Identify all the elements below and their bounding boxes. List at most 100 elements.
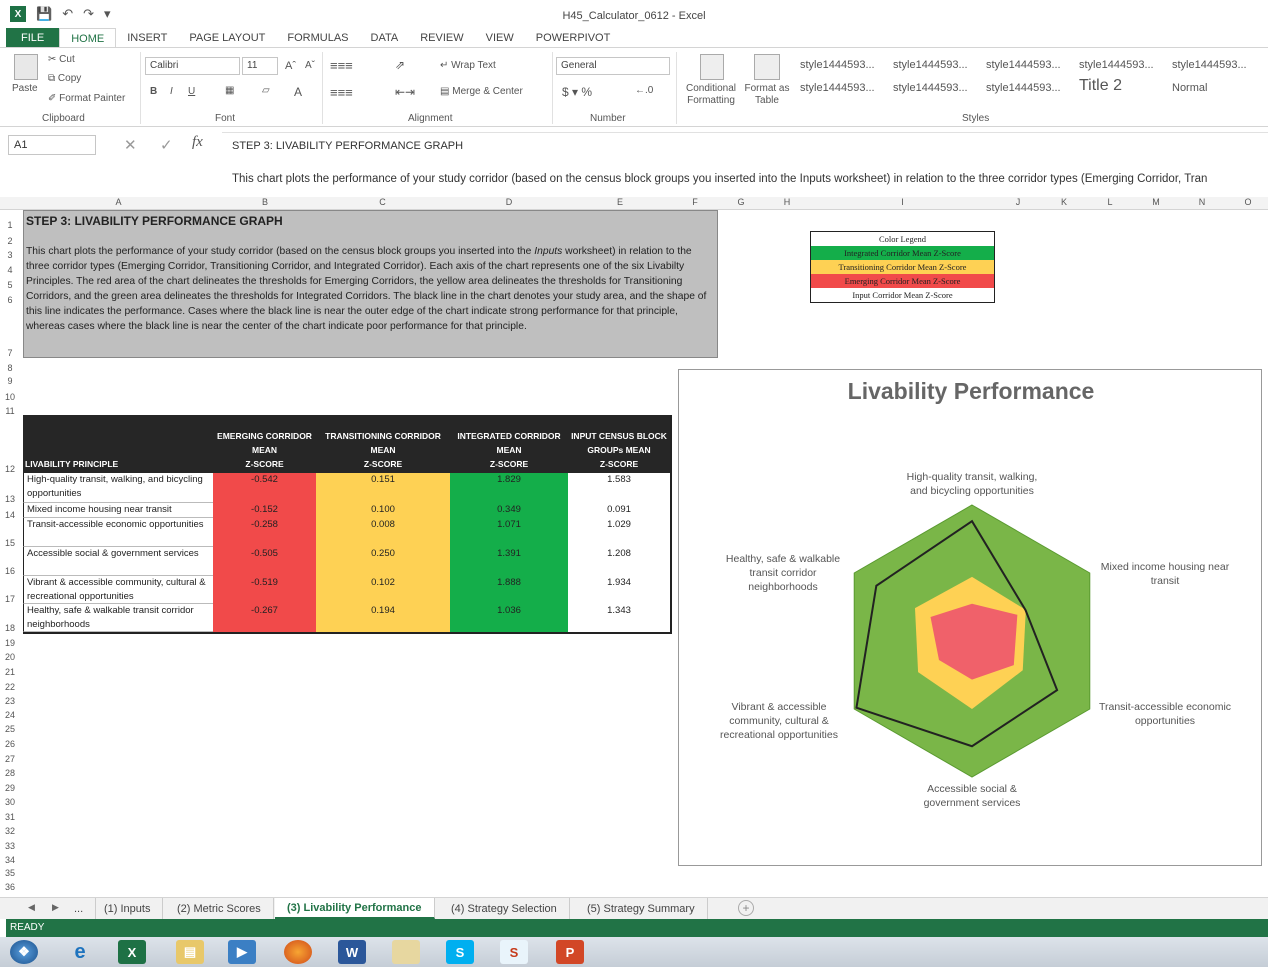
orientation-icon[interactable]: ⇗ bbox=[395, 58, 405, 72]
row-header[interactable]: 9 bbox=[0, 376, 20, 386]
enter-icon[interactable]: ✓ bbox=[160, 136, 173, 154]
cell-style[interactable]: style1444593... bbox=[796, 56, 886, 76]
column-header[interactable]: H bbox=[764, 197, 810, 207]
formula-bar[interactable]: STEP 3: LIVABILITY PERFORMANCE GRAPH Thi… bbox=[222, 132, 1268, 194]
tab-data[interactable]: DATA bbox=[360, 28, 410, 48]
input-cell[interactable]: 1.029 bbox=[568, 518, 670, 547]
conditional-formatting-button[interactable]: Conditional Formatting bbox=[680, 83, 742, 107]
row-header[interactable]: 36 bbox=[0, 882, 20, 892]
column-header[interactable]: J bbox=[995, 197, 1041, 207]
row-header[interactable]: 11 bbox=[0, 406, 20, 416]
row-header[interactable]: 4 bbox=[0, 265, 20, 275]
sheet-tab-strategy-summary[interactable]: (5) Strategy Summary bbox=[575, 898, 708, 919]
input-cell[interactable]: 1.208 bbox=[568, 547, 670, 576]
cell-style[interactable]: style1444593... bbox=[982, 79, 1072, 99]
row-header[interactable]: 6 bbox=[0, 295, 20, 305]
file-explorer-icon[interactable]: ▤ bbox=[176, 940, 204, 964]
italic-button[interactable]: I bbox=[170, 86, 173, 97]
transitioning-cell[interactable]: 0.102 bbox=[316, 576, 450, 604]
tab-insert[interactable]: INSERT bbox=[116, 28, 178, 48]
cut-button[interactable]: ✂ Cut bbox=[48, 54, 75, 65]
column-header[interactable]: G bbox=[718, 197, 764, 207]
format-table-icon[interactable] bbox=[754, 54, 780, 80]
tab-review[interactable]: REVIEW bbox=[409, 28, 474, 48]
row-header[interactable]: 30 bbox=[0, 797, 20, 807]
principle-cell[interactable]: Transit-accessible economic opportunitie… bbox=[23, 518, 213, 547]
emerging-cell[interactable]: -0.258 bbox=[213, 518, 316, 547]
integrated-cell[interactable]: 1.888 bbox=[450, 576, 568, 604]
number-format-select[interactable]: General bbox=[556, 57, 670, 75]
sheet-tab-metric-scores[interactable]: (2) Metric Scores bbox=[165, 898, 274, 919]
column-header[interactable]: O bbox=[1225, 197, 1268, 207]
firefox-icon[interactable] bbox=[284, 940, 312, 964]
row-header[interactable]: 24 bbox=[0, 710, 20, 720]
column-header[interactable]: I bbox=[810, 197, 995, 207]
row-header[interactable]: 29 bbox=[0, 783, 20, 793]
row-header[interactable]: 25 bbox=[0, 724, 20, 734]
row-header[interactable]: 21 bbox=[0, 667, 20, 677]
currency-icon[interactable]: $ ▾ % bbox=[562, 85, 592, 99]
principle-cell[interactable]: High-quality transit, walking, and bicyc… bbox=[23, 473, 213, 503]
row-header[interactable]: 22 bbox=[0, 682, 20, 692]
row-header[interactable]: 14 bbox=[0, 510, 20, 520]
sheet-tab-inputs[interactable]: (1) Inputs bbox=[92, 898, 164, 919]
font-color-icon[interactable]: A bbox=[294, 85, 302, 99]
merge-center-button[interactable]: ▤ Merge & Center bbox=[440, 86, 523, 97]
cell-style[interactable]: style1444593... bbox=[889, 79, 979, 99]
emerging-cell[interactable]: -0.505 bbox=[213, 547, 316, 576]
row-header[interactable]: 7 bbox=[0, 348, 20, 358]
column-header[interactable]: L bbox=[1087, 197, 1133, 207]
copy-button[interactable]: ⧉ Copy bbox=[48, 73, 81, 84]
row-header[interactable]: 20 bbox=[0, 652, 20, 662]
principle-cell[interactable]: Healthy, safe & walkable transit corrido… bbox=[23, 604, 213, 632]
cell-style[interactable]: style1444593... bbox=[889, 56, 979, 76]
row-header[interactable]: 17 bbox=[0, 594, 20, 604]
integrated-cell[interactable]: 1.829 bbox=[450, 473, 568, 503]
column-header[interactable]: B bbox=[215, 197, 315, 207]
column-header[interactable]: F bbox=[672, 197, 718, 207]
input-cell[interactable]: 1.583 bbox=[568, 473, 670, 503]
format-painter-button[interactable]: ✐ Format Painter bbox=[48, 93, 125, 104]
row-header[interactable]: 27 bbox=[0, 754, 20, 764]
input-cell[interactable]: 1.343 bbox=[568, 604, 670, 632]
integrated-cell[interactable]: 1.036 bbox=[450, 604, 568, 632]
row-header[interactable]: 28 bbox=[0, 768, 20, 778]
transitioning-cell[interactable]: 0.100 bbox=[316, 503, 450, 518]
insert-function-icon[interactable]: fx bbox=[192, 134, 203, 151]
tab-view[interactable]: VIEW bbox=[475, 28, 525, 48]
row-header[interactable]: 1 bbox=[0, 220, 20, 230]
skype-icon[interactable]: S bbox=[446, 940, 474, 964]
tab-home[interactable]: HOME bbox=[59, 28, 117, 48]
row-header[interactable]: 32 bbox=[0, 826, 20, 836]
internet-explorer-icon[interactable]: e bbox=[66, 940, 94, 964]
scroll-left-icon[interactable]: ◀ bbox=[28, 902, 35, 913]
sheet-tab-livability-performance[interactable]: (3) Livability Performance bbox=[275, 898, 435, 919]
row-header[interactable]: 31 bbox=[0, 812, 20, 822]
cell-style[interactable]: style1444593... bbox=[982, 56, 1072, 76]
row-header[interactable]: 35 bbox=[0, 868, 20, 878]
description-box[interactable]: STEP 3: LIVABILITY PERFORMANCE GRAPH Thi… bbox=[23, 210, 718, 358]
row-header[interactable]: 3 bbox=[0, 250, 20, 260]
emerging-cell[interactable]: -0.542 bbox=[213, 473, 316, 503]
integrated-cell[interactable]: 0.349 bbox=[450, 503, 568, 518]
tab-file[interactable]: FILE bbox=[6, 28, 60, 48]
emerging-cell[interactable]: -0.152 bbox=[213, 503, 316, 518]
media-player-icon[interactable]: ▶ bbox=[228, 940, 256, 964]
fill-color-icon[interactable]: ▱ bbox=[262, 85, 270, 96]
start-button-icon[interactable]: ❖ bbox=[10, 940, 38, 964]
row-header[interactable]: 26 bbox=[0, 739, 20, 749]
color-legend[interactable]: Color Legend Integrated Corridor Mean Z-… bbox=[810, 231, 995, 303]
transitioning-cell[interactable]: 0.151 bbox=[316, 473, 450, 503]
row-header[interactable]: 10 bbox=[0, 392, 20, 402]
shrink-font-icon[interactable]: Aˇ bbox=[305, 60, 315, 71]
cell-style[interactable]: style1444593... bbox=[1075, 56, 1165, 76]
row-header[interactable]: 16 bbox=[0, 566, 20, 576]
align-left-icon[interactable]: ≡≡≡ bbox=[330, 85, 353, 100]
bold-button[interactable]: B bbox=[150, 86, 157, 97]
format-as-table-button[interactable]: Format as Table bbox=[743, 83, 791, 107]
transitioning-cell[interactable]: 0.008 bbox=[316, 518, 450, 547]
wrap-text-button[interactable]: ↵ Wrap Text bbox=[440, 60, 496, 71]
underline-button[interactable]: U bbox=[188, 86, 195, 97]
row-header[interactable]: 5 bbox=[0, 280, 20, 290]
scroll-right-icon[interactable]: ▶ bbox=[52, 902, 59, 913]
